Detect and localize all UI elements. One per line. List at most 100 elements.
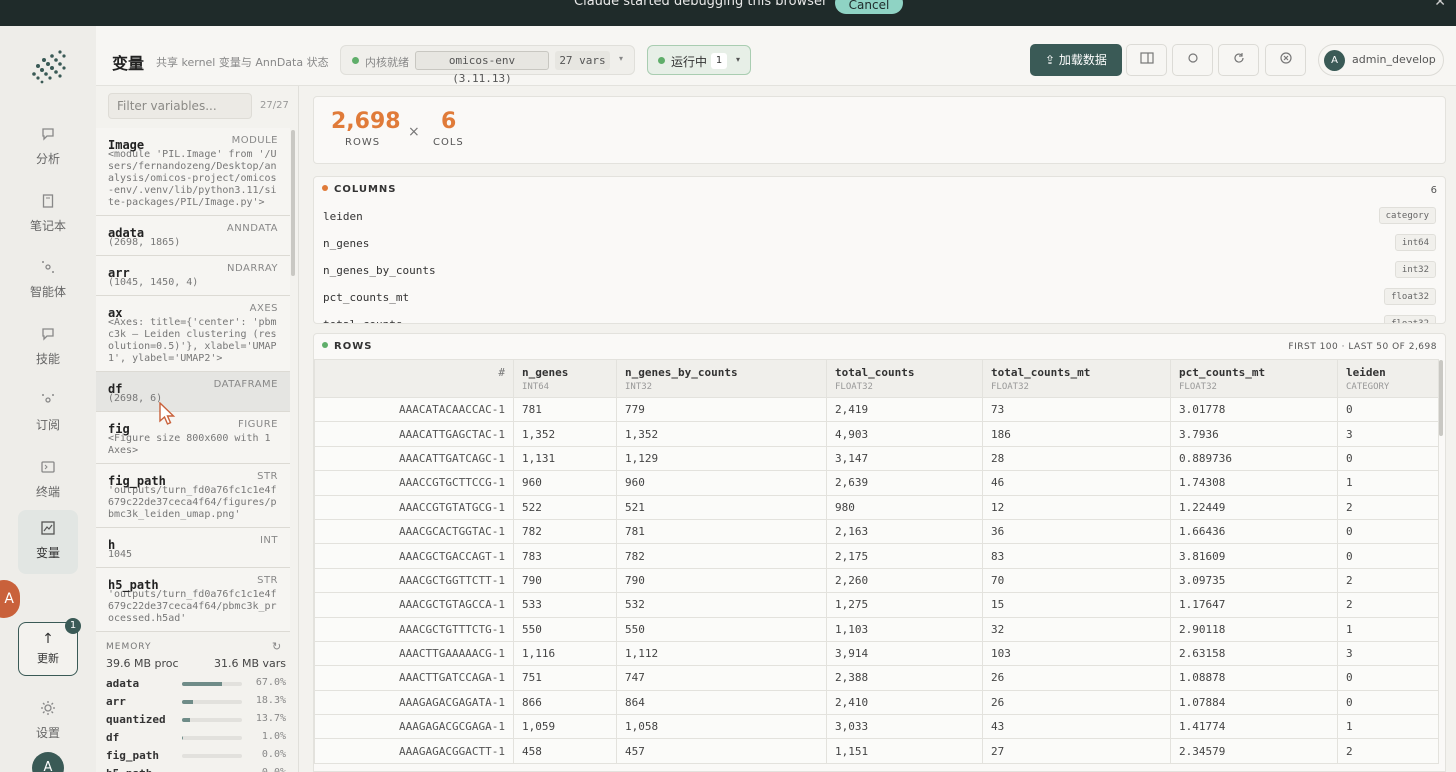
memory-row: fig_path 0.0% — [106, 749, 288, 763]
table-cell: 28 — [982, 445, 1171, 472]
rail-item-terminal[interactable]: 终端 — [18, 449, 78, 511]
variable-item[interactable]: Image MODULE <module 'PIL.Image' from '/U… — [96, 128, 290, 216]
variable-type: AXES — [249, 303, 278, 314]
table-cell: AAAGAGACGGACTT-1 — [314, 738, 514, 764]
logo-icon[interactable] — [30, 48, 70, 88]
column-row[interactable]: total_counts float32 — [314, 311, 1445, 323]
column-header[interactable]: pct_counts_mt FLOAT32 — [1170, 359, 1338, 398]
avatar[interactable]: A — [32, 752, 64, 772]
rail-item-skills[interactable]: 技能 — [18, 316, 78, 378]
table-cell: AAACCGTGTATGCG-1 — [314, 494, 514, 520]
table-row[interactable]: AAACGCTGTAGCCA-1 533 532 1,275 15 1.17647 2 — [314, 592, 1439, 618]
table-row[interactable]: AAACGCTGACCAGT-1 783 782 2,175 83 3.81609 0 — [314, 543, 1439, 569]
table-row[interactable]: AAAGAGACGGACTT-1 458 457 1,151 27 2.34579 2 — [314, 738, 1439, 764]
env-chip: omicos-env (3.11.13) — [415, 51, 549, 85]
variable-item[interactable]: ax AXES <Axes: title={'center': 'pbmc3k —… — [96, 296, 290, 372]
refresh-button[interactable] — [1218, 44, 1259, 76]
rail-item-label: 智能体 — [29, 285, 66, 299]
variable-item[interactable]: adata ANNDATA (2698, 1865) — [96, 216, 290, 256]
running-status[interactable]: 运行中 1 ▾ — [647, 45, 751, 75]
stop-button[interactable] — [1265, 44, 1306, 76]
table-row[interactable]: AAAGAGACGAGATA-1 866 864 2,410 26 1.07884 0 — [314, 689, 1439, 716]
rail-item-subscribe[interactable]: 订阅 — [18, 382, 78, 444]
table-cell: 790 — [616, 567, 827, 594]
variable-type: FIGURE — [237, 419, 278, 430]
table-cell: 3.09735 — [1170, 567, 1338, 594]
table-row[interactable]: AAAGAGACGCGAGA-1 1,059 1,058 3,033 43 1.41774… — [314, 714, 1439, 740]
refresh-icon[interactable]: ↻ — [272, 640, 281, 653]
table-scrollbar[interactable] — [1439, 360, 1443, 436]
table-row[interactable]: AAACTTGATCCAGA-1 751 747 2,388 26 1.08878 0 — [314, 665, 1439, 691]
load-data-button[interactable]: ⇪ 加载数据 — [1030, 44, 1122, 76]
variable-item[interactable]: h INT 1045 — [96, 528, 290, 568]
table-cell: 46 — [982, 470, 1171, 496]
split-view-button[interactable] — [1126, 44, 1167, 76]
table-cell: AAACCGTGCTTCCG-1 — [314, 470, 514, 496]
page-title: 变量 — [112, 54, 145, 73]
banner-cancel-button[interactable]: Cancel — [835, 0, 903, 14]
translate-button[interactable]: A — [0, 580, 20, 618]
table-row[interactable]: AAACGCACTGGTAC-1 782 781 2,163 36 1.66436 0 — [314, 518, 1439, 545]
variable-desc: 'outputs/turn_fd0a76fc1c1e4f679c22de37ce… — [108, 589, 277, 624]
table-cell: 522 — [513, 494, 617, 520]
column-row[interactable]: leiden category — [314, 203, 1445, 230]
banner-close-icon[interactable]: ✕ — [1434, 0, 1446, 10]
column-row[interactable]: pct_counts_mt float32 — [314, 284, 1445, 311]
memory-var-name: h5_path — [106, 767, 152, 772]
rail-item-label: 终端 — [35, 485, 60, 499]
table-cell: 1.41774 — [1170, 714, 1338, 740]
variable-item[interactable]: df DATAFRAME (2698, 6) — [96, 372, 290, 412]
rail-item-settings[interactable]: 设置 — [18, 690, 78, 752]
table-cell: 1.22449 — [1170, 494, 1338, 520]
column-row[interactable]: n_genes int64 — [314, 230, 1445, 257]
variable-item[interactable]: arr NDARRAY (1045, 1450, 4) — [96, 256, 290, 296]
column-header[interactable]: n_genes_by_counts INT32 — [616, 359, 827, 398]
table-row[interactable]: AAACATACAACCAC-1 781 779 2,419 73 3.01778 0 — [314, 396, 1439, 423]
filter-variables-input[interactable] — [108, 93, 252, 119]
variable-name: ax — [108, 306, 123, 320]
variable-type: STR — [257, 575, 278, 586]
user-menu[interactable]: A admin_develop — [1318, 44, 1444, 76]
circle-button[interactable] — [1172, 44, 1213, 76]
agent-icon — [40, 259, 56, 275]
table-row[interactable]: AAACTTGAAAAACG-1 1,116 1,112 3,914 103 2.6315… — [314, 640, 1439, 667]
rail-item-variables[interactable]: 变量 — [18, 510, 78, 574]
variable-name: df — [108, 382, 123, 396]
rail-item-analysis[interactable]: 分析 — [18, 116, 78, 178]
column-header[interactable]: leiden CATEGORY — [1337, 359, 1439, 398]
rail-item-notebook[interactable]: 笔记本 — [18, 183, 78, 245]
table-row[interactable]: AAACATTGATCAGC-1 1,131 1,129 3,147 28 0.88973… — [314, 445, 1439, 472]
user-avatar: A — [1324, 50, 1345, 71]
variable-list[interactable]: Image MODULE <module 'PIL.Image' from '/U… — [96, 128, 290, 632]
kernel-status[interactable]: 内核就绪 omicos-env (3.11.13) 27 vars ▾ — [340, 45, 635, 85]
table-cell: 3,914 — [826, 640, 983, 667]
table-cell: 2.34579 — [1170, 738, 1338, 764]
table-row[interactable]: AAACCGTGTATGCG-1 522 521 980 12 1.22449 2 — [314, 494, 1439, 520]
table-cell: 70 — [982, 567, 1171, 594]
column-header[interactable]: total_counts FLOAT32 — [826, 359, 983, 398]
memory-bar — [182, 754, 242, 758]
table-cell: 782 — [616, 543, 827, 569]
variable-list-scrollbar[interactable] — [291, 130, 295, 276]
rail-item-agent[interactable]: 智能体 — [18, 249, 78, 311]
table-cell: 0 — [1337, 689, 1439, 716]
variable-item[interactable]: fig FIGURE <Figure size 800x600 with 1 Ax… — [96, 412, 290, 464]
notebook-icon — [40, 193, 56, 209]
table-row[interactable]: AAACCGTGCTTCCG-1 960 960 2,639 46 1.74308 1 — [314, 470, 1439, 496]
table-cell: 1.74308 — [1170, 470, 1338, 496]
variable-item[interactable]: h5_path STR 'outputs/turn_fd0a76fc1c1e4f6… — [96, 568, 290, 632]
variable-item[interactable]: fig_path STR 'outputs/turn_fd0a76fc1c1e4f… — [96, 464, 290, 528]
column-type-badge: category — [1378, 207, 1436, 224]
table-cell: 3,147 — [826, 445, 983, 472]
table-cell: 1,129 — [616, 445, 827, 472]
column-header[interactable]: n_genes INT64 — [513, 359, 617, 398]
table-row[interactable]: AAACGCTGGTTCTT-1 790 790 2,260 70 3.09735 2 — [314, 567, 1439, 594]
column-header[interactable]: total_counts_mt FLOAT32 — [982, 359, 1171, 398]
table-cell: 26 — [982, 689, 1171, 716]
table-cell: 36 — [982, 518, 1171, 545]
refresh-icon — [1233, 53, 1244, 63]
column-row[interactable]: n_genes_by_counts int32 — [314, 257, 1445, 284]
table-row[interactable]: AAACATTGAGCTAC-1 1,352 1,352 4,903 186 3.7936… — [314, 421, 1439, 447]
table-row[interactable]: AAACGCTGTTTCTG-1 550 550 1,103 32 2.90118 1 — [314, 616, 1439, 642]
kernel-status-label: 内核就绪 — [365, 56, 409, 69]
